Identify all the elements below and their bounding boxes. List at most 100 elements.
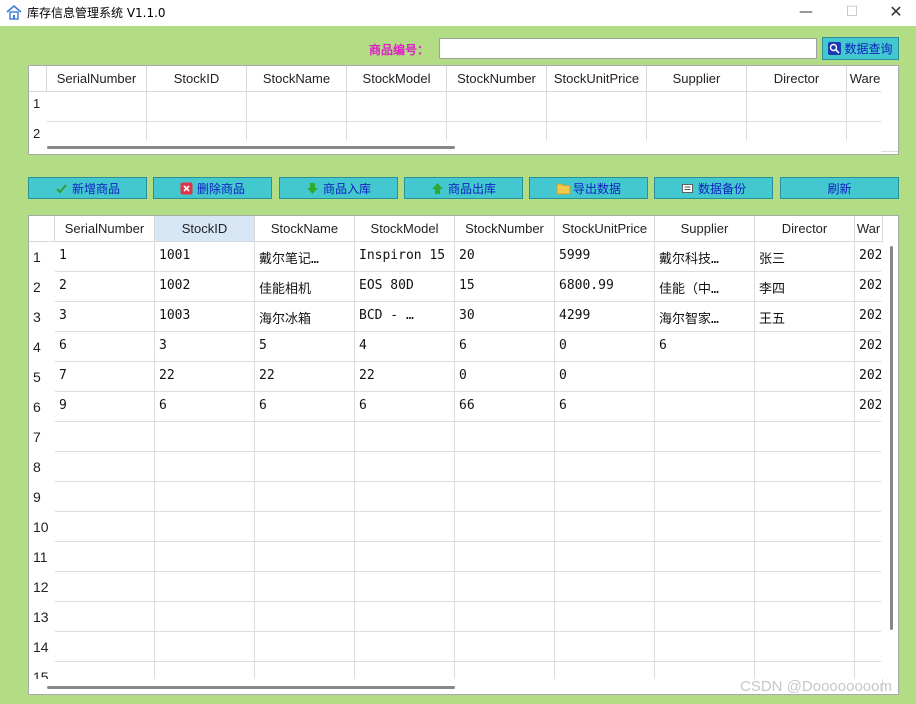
table-cell[interactable]: 6 <box>155 392 255 422</box>
column-header[interactable]: StockID <box>155 216 255 242</box>
table-cell[interactable]: 1001 <box>155 242 255 272</box>
table-cell[interactable] <box>655 482 755 512</box>
column-header[interactable]: StockName <box>255 216 355 242</box>
table-cell[interactable] <box>355 512 455 542</box>
column-header[interactable]: StockUnitPrice <box>547 66 647 92</box>
table-cell[interactable] <box>855 452 883 482</box>
table-cell[interactable] <box>755 452 855 482</box>
table-cell[interactable]: 李四 <box>755 272 855 302</box>
table-cell[interactable] <box>755 362 855 392</box>
table-cell[interactable] <box>755 602 855 632</box>
table-cell[interactable] <box>55 482 155 512</box>
row-number[interactable]: 10 <box>29 519 53 535</box>
table-cell[interactable] <box>55 422 155 452</box>
row-number[interactable]: 12 <box>29 579 53 595</box>
table-cell[interactable]: 0 <box>555 362 655 392</box>
table-cell[interactable]: 6 <box>55 332 155 362</box>
toolbar-button-1[interactable]: 新增商品 <box>28 177 147 199</box>
scrollbar-thumb[interactable] <box>47 146 455 149</box>
table-cell[interactable] <box>555 572 655 602</box>
table-cell[interactable] <box>455 572 555 602</box>
table-cell[interactable] <box>247 92 347 122</box>
close-button[interactable]: ✕ <box>873 0 916 26</box>
table-cell[interactable] <box>855 602 883 632</box>
table-cell[interactable] <box>855 632 883 662</box>
table-cell[interactable]: 5 <box>255 332 355 362</box>
vertical-scrollbar[interactable] <box>881 66 898 140</box>
scrollbar-thumb[interactable] <box>890 246 893 630</box>
table-cell[interactable]: 3 <box>155 332 255 362</box>
table-cell[interactable]: 7 <box>55 362 155 392</box>
table-cell[interactable] <box>655 452 755 482</box>
table-cell[interactable] <box>355 602 455 632</box>
table-cell[interactable]: Inspiron 15 <box>355 242 455 272</box>
column-header[interactable]: StockModel <box>347 66 447 92</box>
table-cell[interactable] <box>255 572 355 602</box>
table-cell[interactable]: 202 <box>855 242 883 272</box>
table-cell[interactable]: 22 <box>155 362 255 392</box>
table-cell[interactable]: 66 <box>455 392 555 422</box>
table-cell[interactable]: 6 <box>655 332 755 362</box>
minimize-button[interactable]: — <box>783 0 829 26</box>
column-header[interactable]: War <box>855 216 883 242</box>
table-cell[interactable] <box>455 422 555 452</box>
table-cell[interactable] <box>455 602 555 632</box>
toolbar-button-6[interactable]: 数据备份 <box>654 177 773 199</box>
table-cell[interactable]: 6 <box>555 392 655 422</box>
product-id-input[interactable] <box>439 38 817 59</box>
row-number[interactable]: 8 <box>29 459 53 475</box>
table-cell[interactable] <box>655 512 755 542</box>
table-cell[interactable]: 1 <box>55 242 155 272</box>
table-cell[interactable] <box>655 542 755 572</box>
table-cell[interactable]: 海尔智家… <box>655 302 755 332</box>
toolbar-button-5[interactable]: 导出数据 <box>529 177 648 199</box>
table-cell[interactable] <box>255 632 355 662</box>
row-number[interactable]: 1 <box>29 249 53 265</box>
table-cell[interactable] <box>255 542 355 572</box>
table-cell[interactable]: 202 <box>855 362 883 392</box>
row-number[interactable]: 9 <box>29 489 53 505</box>
table-cell[interactable] <box>455 542 555 572</box>
toolbar-button-4[interactable]: 商品出库 <box>404 177 523 199</box>
table-cell[interactable] <box>155 632 255 662</box>
table-cell[interactable] <box>747 92 847 122</box>
table-cell[interactable] <box>555 452 655 482</box>
column-header[interactable]: Supplier <box>647 66 747 92</box>
table-cell[interactable] <box>755 542 855 572</box>
table-cell[interactable]: 2 <box>55 272 155 302</box>
table-cell[interactable] <box>355 542 455 572</box>
table-cell[interactable] <box>155 602 255 632</box>
table-cell[interactable] <box>355 632 455 662</box>
toolbar-button-3[interactable]: 商品入库 <box>279 177 398 199</box>
table-cell[interactable] <box>655 422 755 452</box>
table-cell[interactable]: 戴尔笔记… <box>255 242 355 272</box>
table-cell[interactable]: 4299 <box>555 302 655 332</box>
column-header[interactable]: Supplier <box>655 216 755 242</box>
table-cell[interactable]: 海尔冰箱 <box>255 302 355 332</box>
table-cell[interactable]: 15 <box>455 272 555 302</box>
table-cell[interactable] <box>755 482 855 512</box>
column-header[interactable]: StockName <box>247 66 347 92</box>
table-cell[interactable] <box>55 572 155 602</box>
table-cell[interactable] <box>555 512 655 542</box>
table-cell[interactable] <box>55 542 155 572</box>
table-cell[interactable] <box>255 422 355 452</box>
table-cell[interactable] <box>355 452 455 482</box>
table-cell[interactable] <box>755 572 855 602</box>
row-number[interactable]: 7 <box>29 429 53 445</box>
column-header[interactable]: Director <box>747 66 847 92</box>
stock-table[interactable]: SerialNumber StockID StockName StockModel St… <box>28 215 899 695</box>
table-cell[interactable]: 22 <box>355 362 455 392</box>
table-cell[interactable]: 0 <box>455 362 555 392</box>
table-cell[interactable]: 3 <box>55 302 155 332</box>
table-cell[interactable] <box>655 392 755 422</box>
table-cell[interactable]: 戴尔科技… <box>655 242 755 272</box>
table-cell[interactable] <box>347 92 447 122</box>
column-header[interactable]: StockNumber <box>447 66 547 92</box>
table-cell[interactable] <box>255 482 355 512</box>
row-number[interactable]: 13 <box>29 609 53 625</box>
table-cell[interactable] <box>555 602 655 632</box>
table-cell[interactable] <box>647 92 747 122</box>
column-header[interactable]: SerialNumber <box>47 66 147 92</box>
table-cell[interactable] <box>147 92 247 122</box>
